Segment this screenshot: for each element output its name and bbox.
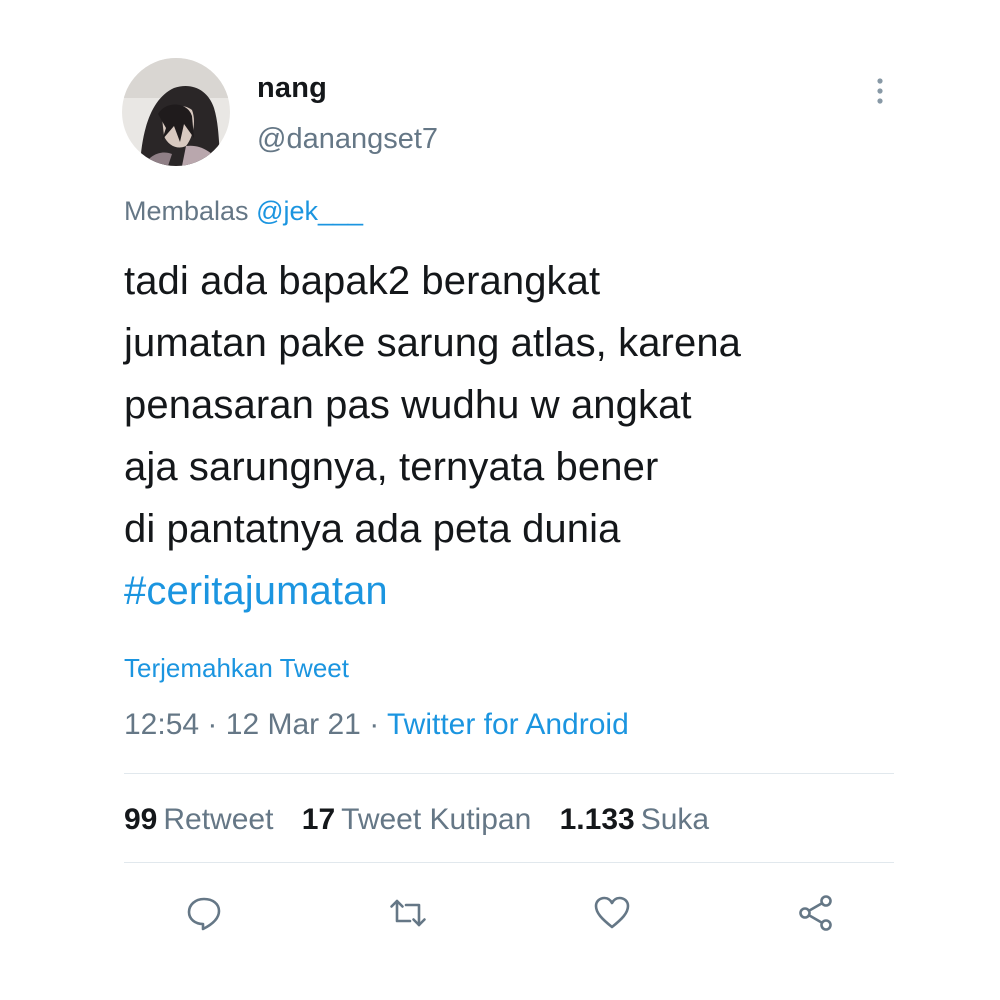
retweet-icon <box>390 899 426 927</box>
more-vertical-icon <box>877 78 883 104</box>
share-icon <box>799 895 832 931</box>
meta-separator: · <box>369 708 380 741</box>
profile-avatar <box>122 58 230 166</box>
tweet-time: 12:54 <box>124 708 200 741</box>
reply-prefix: Membalas <box>124 196 249 226</box>
tweet-text-line: tadi ada bapak2 berangkat <box>124 259 601 303</box>
retweet-button[interactable] <box>388 893 428 933</box>
tweet-text-line: di pantatnya ada peta dunia <box>124 507 621 551</box>
comment-icon <box>187 897 221 931</box>
tweet-date: 12 Mar 21 <box>225 708 361 741</box>
hashtag-link[interactable]: #ceritajumatan <box>124 560 924 622</box>
reply-mention-link[interactable]: @jek___ <box>256 196 363 226</box>
tweet-text-line: jumatan pake sarung atlas, karena <box>124 321 742 365</box>
more-options-button[interactable] <box>866 74 894 108</box>
meta-separator: · <box>207 708 218 741</box>
share-button[interactable] <box>796 893 836 933</box>
like-count-label: Suka <box>640 803 710 836</box>
heart-icon <box>594 896 630 929</box>
quote-count-number: 17 <box>301 803 336 836</box>
translate-tweet-link[interactable]: Terjemahkan Tweet <box>124 653 349 684</box>
like-count-number: 1.133 <box>559 803 635 836</box>
display-name[interactable]: nang <box>257 72 327 105</box>
like-count[interactable]: 1.133 Suka <box>560 803 709 837</box>
retweet-count-number: 99 <box>124 803 158 836</box>
reply-button[interactable] <box>184 893 224 933</box>
tweet-stats: 99 Retweet 17 Tweet Kutipan 1.133 Suka <box>124 803 729 837</box>
retweet-count-label: Retweet <box>163 803 274 836</box>
quote-tweet-count[interactable]: 17 Tweet Kutipan <box>302 803 532 837</box>
avatar[interactable] <box>122 58 230 166</box>
divider <box>124 773 894 774</box>
tweet-text-line: penasaran pas wudhu w angkat <box>124 383 692 427</box>
user-handle[interactable]: @danangset7 <box>257 123 438 156</box>
retweet-count[interactable]: 99 Retweet <box>124 803 273 837</box>
quote-count-label: Tweet Kutipan <box>341 803 532 836</box>
tweet-text-line: aja sarungnya, ternyata bener <box>124 445 659 489</box>
tweet-meta: 12:54 · 12 Mar 21 · Twitter for Android <box>124 708 629 742</box>
reply-context: Membalas @jek___ <box>124 196 363 227</box>
divider <box>124 862 894 863</box>
tweet-source-link[interactable]: Twitter for Android <box>387 708 629 741</box>
tweet-text: tadi ada bapak2 berangkat jumatan pake s… <box>124 250 924 622</box>
like-button[interactable] <box>592 893 632 933</box>
